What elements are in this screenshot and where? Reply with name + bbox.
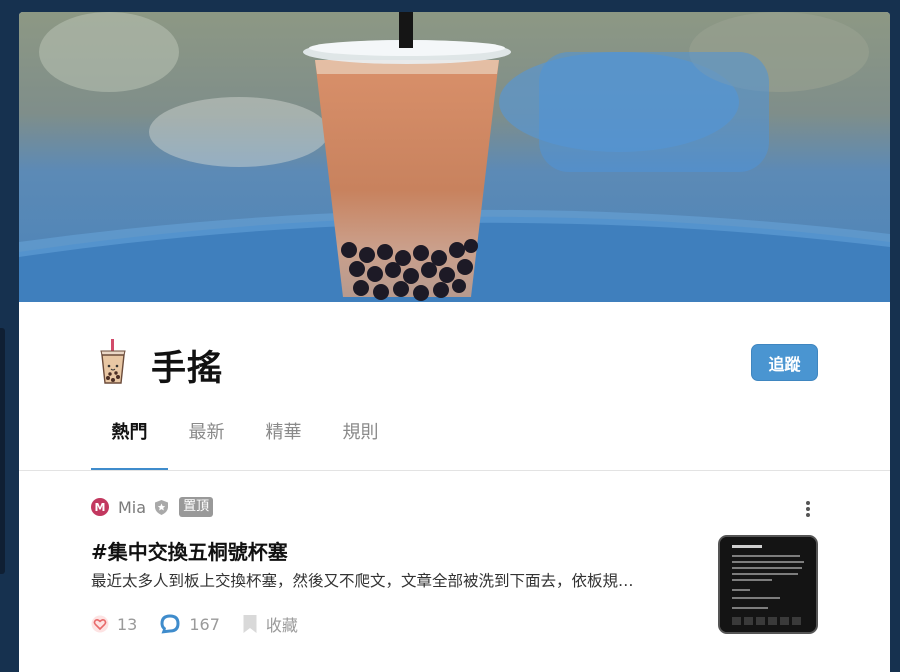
tab-rules[interactable]: 規則 xyxy=(322,408,399,470)
like-button[interactable]: 13 xyxy=(91,615,137,634)
like-count: 13 xyxy=(117,614,138,634)
tabs-divider xyxy=(19,470,890,471)
bookmark-icon xyxy=(243,615,257,633)
board-title: 手搖 xyxy=(151,349,224,389)
post-actions: 13 167 收藏 xyxy=(91,611,320,637)
save-button[interactable]: 收藏 xyxy=(242,612,298,636)
tab-latest[interactable]: 最新 xyxy=(168,408,245,470)
shield-icon xyxy=(155,499,169,515)
comment-count: 167 xyxy=(189,614,220,634)
post-author[interactable]: Mia xyxy=(118,498,146,517)
post-meta: M Mia 置頂 xyxy=(91,495,214,519)
heart-icon xyxy=(91,615,109,633)
side-panel-edge xyxy=(0,328,5,574)
tab-popular[interactable]: 熱門 xyxy=(91,408,168,470)
comment-bubble-icon xyxy=(160,614,180,634)
board-card: 手搖 追蹤 熱門 最新 精華 規則 M Mia 置頂 #集中交換五桐號杯塞 最近… xyxy=(19,12,890,672)
post-thumbnail[interactable] xyxy=(718,535,818,634)
tab-featured[interactable]: 精華 xyxy=(245,408,322,470)
board-cover-image xyxy=(19,12,890,302)
save-label: 收藏 xyxy=(265,616,298,635)
comment-button[interactable]: 167 xyxy=(159,613,220,635)
post-title[interactable]: #集中交換五桐號杯塞 xyxy=(91,536,288,565)
vertical-dots-icon[interactable] xyxy=(804,500,812,518)
avatar[interactable]: M xyxy=(91,498,109,516)
follow-button[interactable]: 追蹤 xyxy=(751,344,818,381)
post-excerpt[interactable]: 最近太多人到板上交換杯塞，然後又不爬文，文章全部被洗到下面去，依板規… xyxy=(91,569,691,591)
bubble-tea-icon xyxy=(97,339,129,387)
pinned-badge: 置頂 xyxy=(179,497,214,517)
